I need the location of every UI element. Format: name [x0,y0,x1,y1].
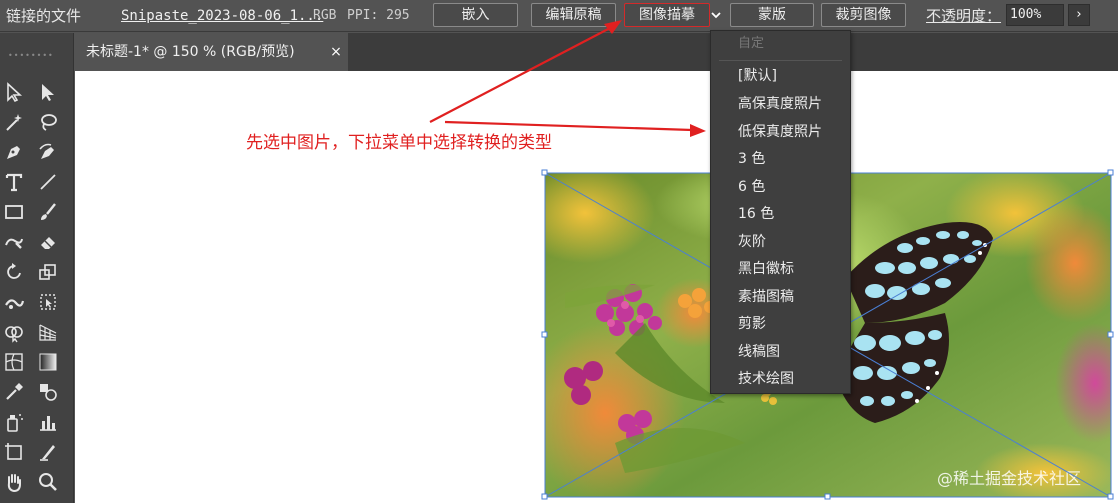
menu-separator [719,60,842,61]
scale-tool-icon[interactable] [34,258,62,286]
width-tool-icon[interactable] [0,288,28,316]
menu-item-sketched-art[interactable]: 素描图稿 [711,284,850,310]
menu-item-line-art[interactable]: 线稿图 [711,339,850,365]
menu-item-default[interactable]: [默认] [711,63,850,89]
rotate-tool-icon[interactable] [0,258,28,286]
opacity-more-button[interactable]: › [1068,4,1090,26]
artboard-canvas[interactable]: 先选中图片，下拉菜单中选择转换的类型 @稀土掘金技术社区 [75,71,1118,503]
perspective-grid-tool-icon[interactable] [34,318,62,346]
direct-selection-tool-icon[interactable] [34,78,62,106]
shaper-tool-icon[interactable] [0,228,28,256]
document-tab-title: 未标题-1* @ 150 % (RGB/预览) [86,44,295,60]
crop-image-button[interactable]: 裁剪图像 [821,3,906,27]
chevron-down-icon [711,12,721,19]
menu-item-custom: 自定 [738,36,765,51]
column-graph-tool-icon[interactable] [34,408,62,436]
document-tab-bar: 未标题-1* @ 150 % (RGB/预览) × [74,33,1118,71]
watermark-text: @稀土掘金技术社区 [937,469,1082,488]
panel-grip-icon[interactable]: •••••••• [8,52,53,60]
embed-button[interactable]: 嵌入 [433,3,518,27]
artboard-tool-icon[interactable] [0,438,28,466]
menu-item-silhouettes[interactable]: 剪影 [711,311,850,337]
rectangle-tool-icon[interactable] [0,198,28,226]
image-trace-preset-menu: 自定 [默认] 高保真度照片 低保真度照片 3 色 6 色 16 色 灰阶 黑白… [710,30,851,394]
control-bar: 链接的文件 Snipaste_2023-08-06_1... RGB PPI: … [0,0,1118,32]
blend-tool-icon[interactable] [34,378,62,406]
gradient-tool-icon[interactable] [34,348,62,376]
paintbrush-tool-icon[interactable] [34,198,62,226]
menu-item-low-fidelity-photo[interactable]: 低保真度照片 [711,119,850,145]
edit-original-button[interactable]: 编辑原稿 [531,3,616,27]
annotation-text: 先选中图片，下拉菜单中选择转换的类型 [246,133,552,153]
zoom-tool-icon[interactable] [34,468,62,496]
ppi-label: PPI: 295 [347,8,410,23]
menu-item-6-colors[interactable]: 6 色 [711,174,850,200]
lasso-tool-icon[interactable] [34,108,62,136]
shape-builder-tool-icon[interactable] [0,318,28,346]
menu-item-technical-drawing[interactable]: 技术绘图 [711,366,850,392]
menu-item-high-fidelity-photo[interactable]: 高保真度照片 [711,91,850,117]
close-icon[interactable]: × [326,33,346,71]
menu-item-3-colors[interactable]: 3 色 [711,146,850,172]
line-tool-icon[interactable] [34,168,62,196]
image-trace-dropdown-toggle[interactable] [708,3,724,27]
magic-wand-tool-icon[interactable] [0,108,28,136]
eraser-tool-icon[interactable] [34,228,62,256]
hand-tool-icon[interactable] [0,468,28,496]
image-trace-button[interactable]: 图像描摹 [624,3,710,27]
curvature-tool-icon[interactable] [34,138,62,166]
eyedropper-tool-icon[interactable] [0,378,28,406]
slice-tool-icon[interactable] [34,438,62,466]
color-mode-label: RGB [313,8,337,23]
linked-file-label: 链接的文件 [6,7,82,25]
opacity-label: 不透明度： [926,7,1002,25]
free-transform-tool-icon[interactable] [34,288,62,316]
symbol-sprayer-tool-icon[interactable] [0,408,28,436]
pen-tool-icon[interactable] [0,138,28,166]
type-tool-icon[interactable] [0,168,28,196]
opacity-input[interactable]: 100% [1006,4,1064,26]
menu-item-black-white-logo[interactable]: 黑白徽标 [711,256,850,282]
document-tab[interactable]: 未标题-1* @ 150 % (RGB/预览) [74,33,348,71]
tools-panel: •••••••• [0,33,74,503]
selection-tool-icon[interactable] [0,78,28,106]
menu-item-16-colors[interactable]: 16 色 [711,201,850,227]
menu-item-grayscale[interactable]: 灰阶 [711,229,850,255]
linked-file-name-link[interactable]: Snipaste_2023-08-06_1... [121,0,323,32]
chevron-right-icon: › [1076,7,1082,22]
mesh-tool-icon[interactable] [0,348,28,376]
mask-button[interactable]: 蒙版 [730,3,814,27]
